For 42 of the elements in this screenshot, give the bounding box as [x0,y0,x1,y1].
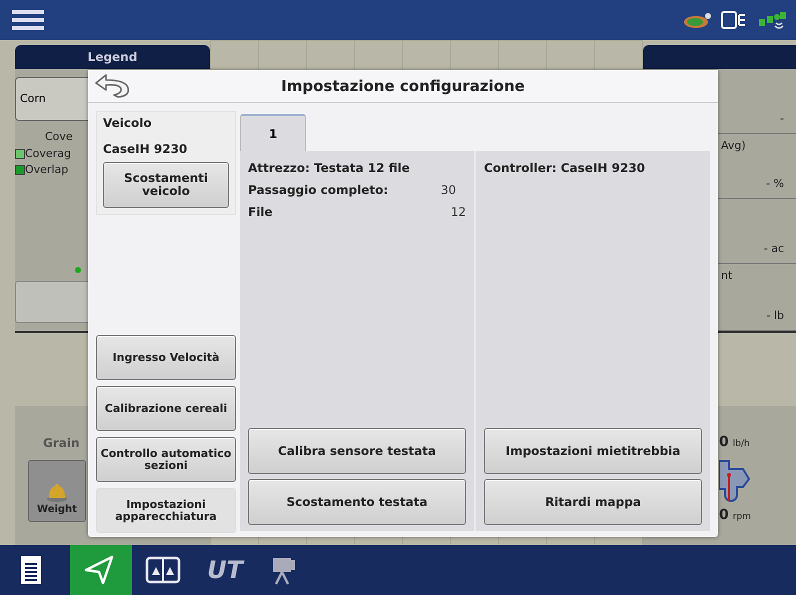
section-heading: Grain [43,435,81,452]
action-button[interactable]: Ritardi mappa [484,479,702,525]
status-dot [75,266,81,272]
section-title: Attrezzo: Testata 12 file [248,160,411,177]
dialog-title: Impostazione configurazione [280,76,526,97]
bell-icon [46,482,68,502]
flow-unit: lb/h [732,438,750,451]
row-value: - ac [764,240,784,256]
setup-button[interactable]: Ingresso Velocità [96,335,236,380]
flow-value: 0 [719,433,729,452]
split-screen-icon [145,554,181,586]
row-value: - % [766,176,784,192]
row-label: File [248,204,273,221]
row-label: nt [721,269,732,282]
setup-button[interactable]: Impostazioni apparecchiatura [96,488,236,533]
speed-unit: rpm [732,511,751,524]
group-heading: Veicolo [103,115,153,132]
vehicle-name: CaseIH 9230 [103,141,188,158]
row-label: Avg) [721,139,746,152]
action-button[interactable]: Calibra sensore testata [248,428,466,474]
row-value: 12 [450,204,466,221]
action-button[interactable]: Impostazioni mietitrebbia [484,428,702,474]
satellite-icon[interactable] [758,9,788,31]
setup-button[interactable]: Calibrazione cereali [96,386,236,431]
offsets-button[interactable]: Scostamenti veicolo [103,162,229,208]
row-value: - [780,110,784,126]
legend-heading: Cove [45,129,74,145]
row-label: Passaggio completo: [248,182,388,199]
weight-button[interactable]: Weight [28,460,86,522]
tab[interactable]: 1 [240,114,306,151]
legend-label: Coverag [25,146,71,162]
legend-tab[interactable]: Legend [15,45,210,69]
menu-icon[interactable] [10,8,46,32]
row-value: - lb [766,308,784,324]
crop-button[interactable]: Corn [15,77,88,121]
setup-button[interactable]: Controllo automatico sezioni [96,437,236,482]
section-title: Controller: CaseIH 9230 [484,160,646,177]
legend-label: Overlap [25,162,68,178]
speed-value: 0 [719,506,729,525]
row-value: 30 [440,182,456,199]
ut-tab[interactable]: UT [194,545,256,595]
action-button[interactable]: Scostamento testata [248,479,466,525]
